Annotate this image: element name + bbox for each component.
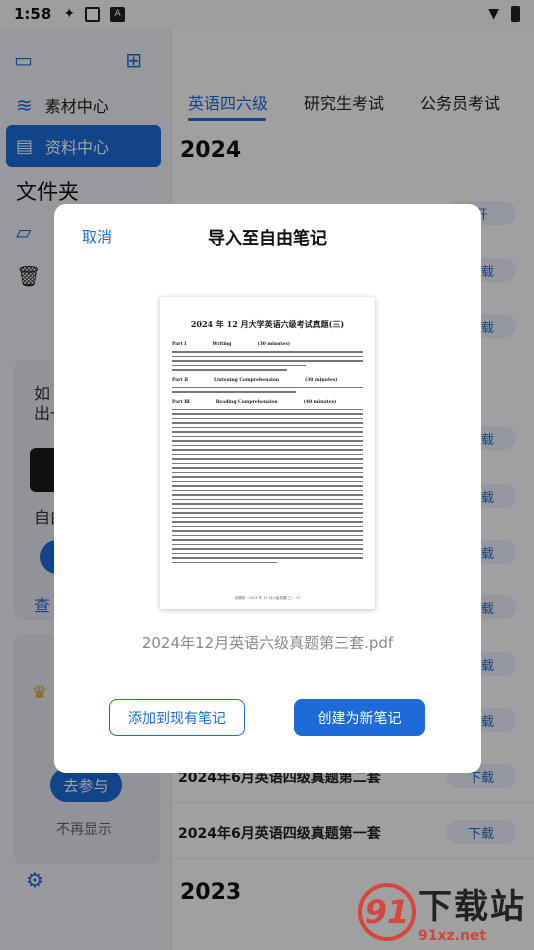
doc-part-heading: Part Ⅲ Reading Comprehension (40 minutes…	[172, 400, 363, 405]
doc-part-label: Part Ⅲ	[172, 399, 190, 405]
add-to-existing-note-button[interactable]: 添加到现有笔记	[109, 699, 245, 736]
doc-part-time: (40 minutes)	[303, 399, 337, 405]
doc-part-name: Writing	[212, 342, 232, 347]
doc-part-heading: Part Ⅰ Writing (30 minutes)	[172, 342, 363, 347]
doc-part-label: Part Ⅱ	[172, 377, 188, 383]
doc-text-lines	[172, 351, 363, 371]
doc-part-time: (30 minutes)	[304, 377, 338, 383]
doc-part-time: (30 minutes)	[257, 342, 291, 347]
create-new-note-button[interactable]: 创建为新笔记	[294, 699, 425, 736]
doc-part-name: Listening Comprehension	[214, 377, 279, 383]
doc-text-lines	[172, 408, 363, 563]
watermark-logo: 91	[358, 882, 416, 941]
doc-part-name: Reading Comprehension	[215, 399, 278, 405]
dialog-title: 导入至自由笔记	[208, 229, 327, 249]
doc-part-heading: Part Ⅱ Listening Comprehension (30 minut…	[172, 378, 363, 383]
doc-title: 2024 年 12 月大学英语六级考试真题(三)	[190, 319, 345, 329]
watermark-title: 下载站	[418, 887, 526, 927]
site-watermark: 91 下载站 91xz.net	[358, 879, 526, 944]
doc-part-label: Part Ⅰ	[172, 342, 187, 347]
doc-text-lines	[172, 386, 363, 393]
doc-footer: 真题卷 · 2024 年 12 月六级真题(三) · 17	[234, 596, 301, 600]
pdf-thumbnail: 2024 年 12 月大学英语六级考试真题(三) Part Ⅰ Writing …	[160, 297, 375, 609]
file-name: 2024年12月英语六级真题第三套.pdf	[141, 634, 394, 652]
import-dialog: 取消 导入至自由笔记 2024 年 12 月大学英语六级考试真题(三) Part…	[54, 204, 481, 773]
watermark-url: 91xz.net	[418, 928, 487, 944]
